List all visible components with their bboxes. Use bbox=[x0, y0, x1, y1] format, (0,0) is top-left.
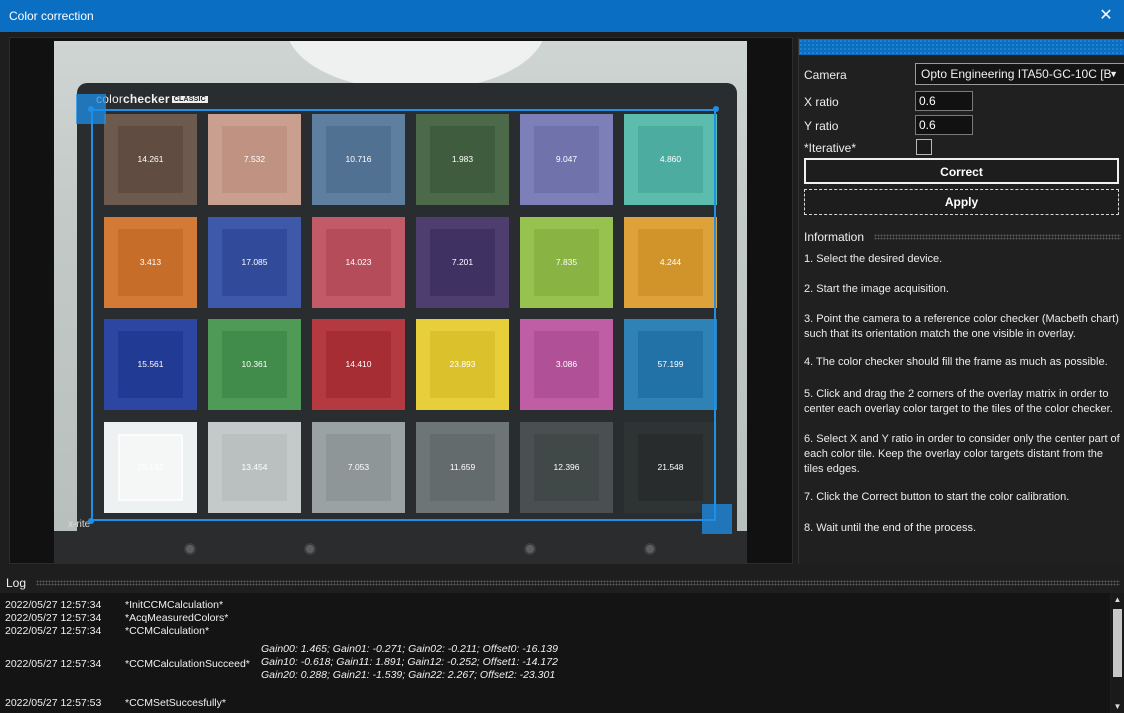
window-title: Color correction bbox=[9, 9, 94, 23]
info-step: 8. Wait until the end of the process. bbox=[804, 522, 977, 534]
header-dots bbox=[874, 234, 1121, 240]
log-time: 2022/05/27 12:57:34 bbox=[5, 612, 102, 624]
screw bbox=[304, 543, 316, 555]
log-time: 2022/05/27 12:57:53 bbox=[5, 697, 102, 709]
correct-button[interactable]: Correct bbox=[804, 158, 1119, 184]
x-rite-logo: x-rite bbox=[68, 519, 91, 530]
header-dots bbox=[36, 580, 1120, 586]
settings-panel: Camera Opto Engineering ITA50-GC-10C [B … bbox=[798, 37, 1124, 564]
overlay-matrix-frame[interactable] bbox=[91, 109, 716, 521]
camera-select-value: Opto Engineering ITA50-GC-10C [B bbox=[921, 67, 1112, 81]
gain-line: Gain10: -0.618; Gain11: 1.891; Gain12: -… bbox=[261, 656, 558, 668]
y-ratio-input[interactable]: 0.6 bbox=[915, 115, 973, 135]
information-title: Information bbox=[804, 230, 865, 244]
log-time: 2022/05/27 12:57:34 bbox=[5, 625, 102, 637]
screw bbox=[184, 543, 196, 555]
info-step: 4. The color checker should fill the fra… bbox=[804, 356, 1108, 368]
log-time: 2022/05/27 12:57:34 bbox=[5, 658, 102, 670]
close-icon[interactable]: ✕ bbox=[1094, 4, 1118, 28]
info-step: 3. Point the camera to a reference color… bbox=[804, 313, 1119, 340]
log-message: *CCMCalculationSucceed* bbox=[125, 658, 250, 670]
information-header: Information bbox=[799, 229, 1124, 245]
log-list[interactable]: 2022/05/27 12:57:34 *InitCCMCalculation*… bbox=[0, 593, 1110, 713]
info-step: 1. Select the desired device. bbox=[804, 253, 943, 265]
camera-select[interactable]: Opto Engineering ITA50-GC-10C [B ▼ bbox=[915, 63, 1124, 85]
screw bbox=[644, 543, 656, 555]
log-title: Log bbox=[6, 576, 27, 590]
log-header: Log bbox=[0, 575, 1124, 591]
camera-viewer: colorchecker CLASSIC x-rite 14.261 7.532 10… bbox=[9, 37, 793, 564]
x-ratio-input[interactable]: 0.6 bbox=[915, 91, 973, 111]
log-panel: Log 2022/05/27 12:57:34 *InitCCMCalculat… bbox=[0, 572, 1124, 713]
x-ratio-label: X ratio bbox=[804, 95, 839, 109]
info-step: 7. Click the Correct button to start the… bbox=[804, 491, 1070, 503]
log-time: 2022/05/27 12:57:34 bbox=[5, 599, 102, 611]
gain-line: Gain20: 0.288; Gain21: -1.539; Gain22: 2… bbox=[261, 669, 556, 681]
overlay-corner-dot bbox=[88, 106, 94, 112]
info-step: 6. Select X and Y ratio in order to cons… bbox=[804, 433, 1120, 475]
y-ratio-label: Y ratio bbox=[804, 119, 839, 133]
color-checker-logo: colorchecker CLASSIC bbox=[96, 92, 208, 106]
dropdown-arrow-icon: ▼ bbox=[1109, 69, 1118, 79]
overlay-corner-dot bbox=[88, 518, 94, 524]
log-message: *InitCCMCalculation* bbox=[125, 599, 224, 611]
iterative-checkbox[interactable] bbox=[916, 139, 932, 155]
scroll-up-icon[interactable]: ▲ bbox=[1111, 595, 1124, 604]
log-message: *CCMCalculation* bbox=[125, 625, 210, 637]
screw bbox=[524, 543, 536, 555]
overlay-corner-dot bbox=[713, 106, 719, 112]
title-bar: Color correction ✕ bbox=[0, 0, 1124, 32]
apply-button[interactable]: Apply bbox=[804, 189, 1119, 215]
camera-label: Camera bbox=[804, 68, 847, 82]
scroll-down-icon[interactable]: ▼ bbox=[1111, 702, 1124, 711]
gain-line: Gain00: 1.465; Gain01: -0.271; Gain02: -… bbox=[261, 643, 558, 655]
overlay-bottom-right-handle[interactable] bbox=[702, 504, 732, 534]
log-message: *AcqMeasuredColors* bbox=[125, 612, 229, 624]
info-step: 5. Click and drag the 2 corners of the o… bbox=[804, 388, 1113, 415]
scroll-thumb[interactable] bbox=[1113, 609, 1122, 677]
log-scrollbar[interactable]: ▲ ▼ bbox=[1111, 593, 1124, 713]
log-message: *CCMSetSuccesfully* bbox=[125, 697, 226, 709]
camera-image: colorchecker CLASSIC x-rite 14.261 7.532 10… bbox=[54, 41, 747, 564]
iterative-label: *Iterative* bbox=[804, 141, 857, 155]
panel-header bbox=[799, 39, 1124, 55]
info-step: 2. Start the image acquisition. bbox=[804, 283, 949, 295]
